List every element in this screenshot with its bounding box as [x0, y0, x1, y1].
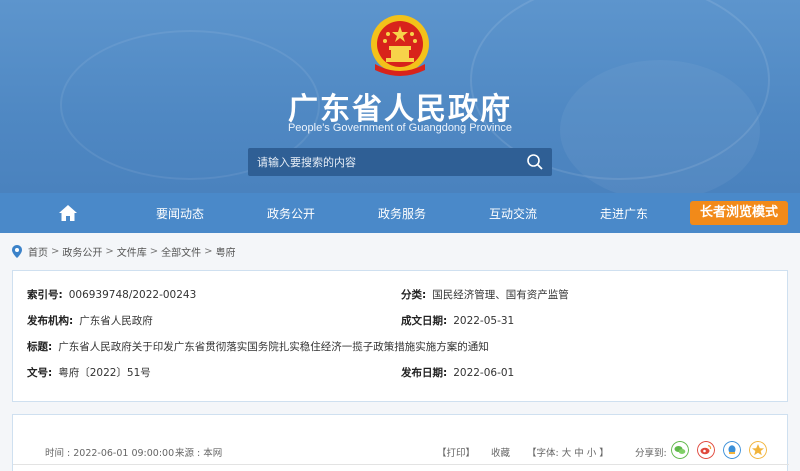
breadcrumb-separator: > [51, 245, 60, 257]
toolbar-divider [13, 464, 789, 465]
meta-written-date-label: 成文日期: [401, 315, 448, 327]
breadcrumb-home[interactable]: 首页 [28, 244, 48, 259]
meta-publish-date-label: 发布日期: [401, 367, 448, 379]
site-subtitle: People's Government of Guangdong Provinc… [287, 122, 513, 134]
nav-item-about-guangdong[interactable]: 走进广东 [600, 205, 648, 222]
breadcrumb-separator: > [149, 245, 159, 257]
meta-publisher: 发布机构: 广东省人民政府 [27, 313, 153, 328]
meta-index-label: 索引号: [27, 289, 63, 301]
favorite-button[interactable]: 收藏 [491, 445, 510, 459]
font-size-control[interactable]: 【字体: 大 中 小 】 [527, 445, 609, 459]
search-input[interactable]: 请输入要搜索的内容 [248, 148, 552, 176]
breadcrumb: 首页 > 政务公开 > 文件库 > 全部文件 > 粤府 [12, 243, 236, 259]
wechat-share-icon[interactable] [671, 441, 689, 459]
meta-written-date: 成文日期: 2022-05-31 [401, 313, 514, 328]
national-emblem-icon [371, 15, 429, 76]
article-panel: 时间 : 2022-06-01 09:00:00 来源 : 本网 【打印】 收藏… [12, 414, 789, 471]
meta-document-number-label: 文号: [27, 367, 53, 379]
nav-item-interaction[interactable]: 互动交流 [489, 205, 537, 222]
article-time: 时间 : 2022-06-01 09:00:00 [45, 448, 175, 459]
site-banner: 广东省人民政府 People's Government of Guangdong… [0, 0, 800, 193]
meta-title-value: 广东省人民政府关于印发广东省贯彻落实国务院扎实稳住经济一揽子政策措施实施方案的通… [58, 341, 489, 353]
main-nav: 要闻动态 政务公开 政务服务 互动交流 走进广东 [0, 193, 800, 233]
banner-decoration [560, 60, 760, 193]
meta-category: 分类: 国民经济管理、国有资产监管 [401, 287, 569, 302]
elder-mode-button[interactable]: 长者浏览模式 [690, 201, 788, 225]
meta-index: 索引号: 006939748/2022-00243 [27, 287, 196, 302]
breadcrumb-yuefu[interactable]: 粤府 [216, 244, 236, 259]
meta-category-label: 分类: [401, 289, 427, 301]
article-source: 来源 : 本网 [175, 448, 223, 459]
article-toolbar: 时间 : 2022-06-01 09:00:00 来源 : 本网 【打印】 收藏… [13, 437, 789, 467]
breadcrumb-all-files[interactable]: 全部文件 [161, 244, 201, 259]
meta-publish-date-value: 2022-06-01 [453, 367, 515, 379]
search-placeholder: 请输入要搜索的内容 [257, 156, 356, 169]
meta-publisher-label: 发布机构: [27, 315, 74, 327]
meta-index-value: 006939748/2022-00243 [68, 289, 197, 301]
breadcrumb-separator: > [105, 245, 114, 257]
breadcrumb-document-library[interactable]: 文件库 [117, 244, 147, 259]
home-icon[interactable] [58, 204, 78, 222]
meta-document-number: 文号: 粤府〔2022〕51号 [27, 365, 151, 380]
meta-publisher-value: 广东省人民政府 [79, 315, 153, 327]
nav-item-government-services[interactable]: 政务服务 [378, 205, 426, 222]
meta-written-date-value: 2022-05-31 [453, 315, 515, 327]
nav-item-open-government[interactable]: 政务公开 [267, 205, 315, 222]
print-button[interactable]: 【打印】 [437, 445, 475, 459]
meta-title-label: 标题: [27, 341, 53, 353]
meta-publish-date: 发布日期: 2022-06-01 [401, 365, 514, 380]
meta-document-number-value: 粤府〔2022〕51号 [58, 367, 151, 379]
qq-share-icon[interactable] [723, 441, 741, 459]
qzone-share-icon[interactable] [749, 441, 767, 459]
search-icon[interactable] [526, 153, 544, 171]
location-pin-icon [12, 244, 22, 258]
share-label: 分享到: [635, 448, 667, 459]
nav-item-news[interactable]: 要闻动态 [156, 205, 204, 222]
meta-title: 标题: 广东省人民政府关于印发广东省贯彻落实国务院扎实稳住经济一揽子政策措施实施方… [27, 339, 489, 354]
document-metadata: 索引号: 006939748/2022-00243 分类: 国民经济管理、国有资产监… [12, 270, 788, 402]
breadcrumb-open-government[interactable]: 政务公开 [62, 244, 102, 259]
meta-category-value: 国民经济管理、国有资产监管 [432, 289, 569, 301]
weibo-share-icon[interactable] [697, 441, 715, 459]
breadcrumb-separator: > [204, 245, 213, 257]
